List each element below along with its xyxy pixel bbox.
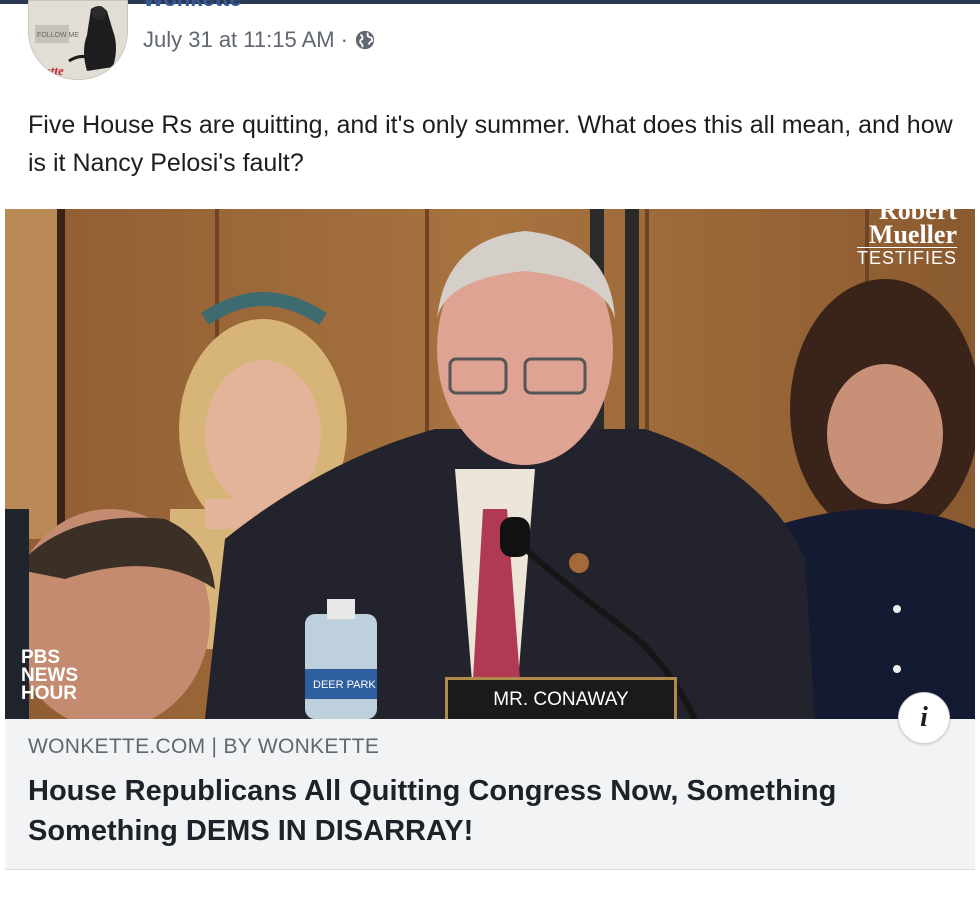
avatar-logo-text: ette: [45, 63, 64, 78]
bottle-label: DEER PARK: [313, 679, 376, 691]
avatar-badge-text: FOLLOW ME: [37, 32, 79, 39]
meta-separator: ·: [340, 27, 348, 52]
post-text: Five House Rs are quitting, and it's onl…: [28, 111, 953, 177]
link-preview-card[interactable]: WONKETTE.COM | BY WONKETTE House Republi…: [5, 719, 975, 870]
link-title[interactable]: House Republicans All Quitting Congress …: [28, 771, 928, 851]
info-icon[interactable]: i: [898, 692, 950, 744]
link-preview-image[interactable]: DEER PARK PBS NEWS HOUR Robert Mueller T…: [5, 209, 975, 719]
globe-icon[interactable]: [354, 29, 376, 51]
post-meta: July 31 at 11:15 AM ·: [143, 27, 376, 53]
post-timestamp[interactable]: July 31 at 11:15 AM: [143, 27, 335, 53]
pbs-newshour-logo: PBS NEWS HOUR: [21, 648, 78, 704]
bug-subtitle: TESTIFIES: [856, 247, 957, 268]
bug-title-line-2: Mueller: [868, 220, 957, 249]
avatar[interactable]: FOLLOW ME ette: [28, 0, 128, 80]
page-name-link[interactable]: Wonkette: [143, 0, 242, 12]
nameplate: MR. CONAWAY: [445, 677, 677, 719]
pbs-logo-line-3: HOUR: [21, 683, 77, 704]
mueller-testifies-bug: Robert Mueller TESTIFIES: [856, 209, 957, 269]
link-domain: WONKETTE.COM | BY WONKETTE: [28, 735, 380, 758]
